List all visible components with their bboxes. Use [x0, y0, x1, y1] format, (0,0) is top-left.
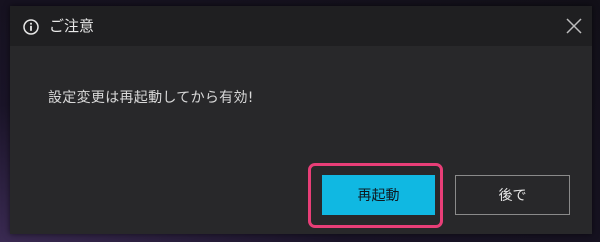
dialog-message: 設定変更は再起動してから有効! [48, 90, 254, 106]
dialog-title: ご注意 [49, 17, 95, 35]
restart-button[interactable]: 再起動 [322, 175, 435, 215]
close-icon[interactable] [564, 16, 584, 36]
later-button[interactable]: 後で [455, 175, 570, 215]
dialog-titlebar: ご注意 [10, 6, 592, 46]
info-icon [23, 19, 39, 35]
notice-dialog: ご注意 設定変更は再起動してから有効! 再起動 後で [10, 6, 592, 234]
